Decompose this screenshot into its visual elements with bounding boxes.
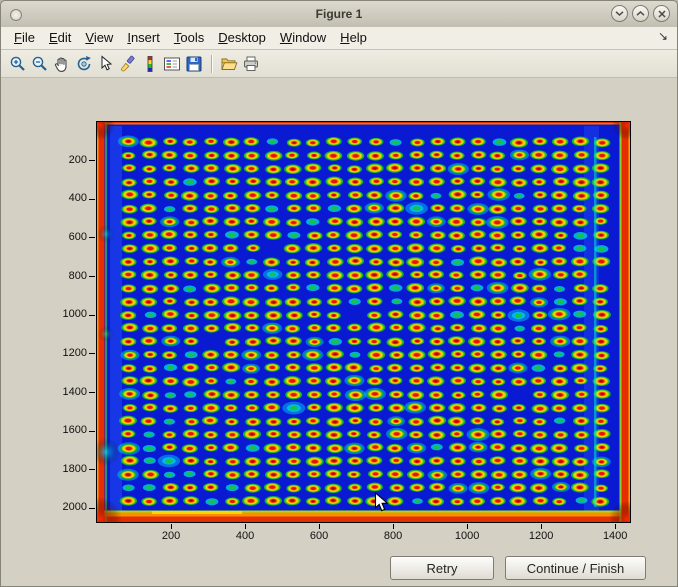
open-button[interactable] — [218, 53, 240, 75]
y-tick — [89, 237, 95, 238]
x-tick — [171, 524, 172, 529]
menu-items: FileEditViewInsertToolsDesktopWindowHelp — [1, 27, 677, 49]
x-tick-label: 1200 — [519, 530, 563, 542]
undock-icon[interactable]: ↘ — [658, 29, 668, 43]
zoom-in-button[interactable] — [7, 53, 29, 75]
maximize-button[interactable] — [632, 5, 649, 22]
figure-window: Figure 1 FileEditViewInsertToolsDesktopW… — [0, 0, 678, 587]
window-title: Figure 1 — [1, 7, 677, 21]
figure-background: 200 400 600 800 1000 1200 1400 200 400 600 800 1000… — [1, 78, 677, 586]
heatmap-image[interactable] — [97, 122, 630, 522]
y-tick — [89, 315, 95, 316]
y-tick — [89, 469, 95, 470]
menu-edit[interactable]: Edit — [42, 27, 78, 49]
y-tick — [89, 431, 95, 432]
window-menu-icon[interactable] — [10, 9, 22, 21]
x-tick-label: 200 — [149, 530, 193, 542]
rotate-3d-button[interactable] — [73, 53, 95, 75]
menu-help[interactable]: Help — [333, 27, 374, 49]
toolbar-separator — [211, 55, 212, 73]
menu-insert[interactable]: Insert — [120, 27, 167, 49]
y-tick-label: 600 — [43, 231, 87, 243]
y-tick-label: 800 — [43, 270, 87, 282]
y-tick-label: 2000 — [43, 501, 87, 513]
y-tick-label: 1800 — [43, 463, 87, 475]
x-tick — [245, 524, 246, 529]
y-tick-label: 1200 — [43, 347, 87, 359]
x-tick-label: 800 — [371, 530, 415, 542]
axes: 2004006008001000120014002004006008001000… — [96, 121, 631, 523]
print-button[interactable] — [240, 53, 262, 75]
y-tick — [89, 392, 95, 393]
menu-window[interactable]: Window — [273, 27, 333, 49]
menubar: FileEditViewInsertToolsDesktopWindowHelp… — [1, 27, 677, 50]
retry-button[interactable]: Retry — [390, 556, 494, 580]
y-tick-label: 1600 — [43, 424, 87, 436]
y-tick-label: 200 — [43, 154, 87, 166]
zoom-out-button[interactable] — [29, 53, 51, 75]
save-icon — [185, 55, 203, 73]
data-cursor-button[interactable] — [95, 53, 117, 75]
y-tick — [89, 199, 95, 200]
x-tick — [615, 524, 616, 529]
y-tick — [89, 508, 95, 509]
legend-button[interactable] — [161, 53, 183, 75]
y-tick — [89, 276, 95, 277]
continue-button[interactable]: Continue / Finish — [505, 556, 646, 580]
menu-file[interactable]: File — [7, 27, 42, 49]
close-icon — [658, 10, 666, 18]
y-tick-label: 1400 — [43, 386, 87, 398]
x-tick — [393, 524, 394, 529]
colorbar-button[interactable] — [139, 53, 161, 75]
close-button[interactable] — [653, 5, 670, 22]
legend-icon — [163, 55, 181, 73]
print-icon — [242, 55, 260, 73]
y-tick — [89, 353, 95, 354]
chevron-up-icon — [636, 10, 645, 17]
window-controls — [611, 5, 670, 22]
menu-view[interactable]: View — [78, 27, 120, 49]
button-row: Retry Continue / Finish — [390, 556, 646, 580]
x-tick — [467, 524, 468, 529]
data-cursor-icon — [97, 55, 115, 73]
y-tick — [89, 160, 95, 161]
x-tick-label: 400 — [223, 530, 267, 542]
brush-icon — [119, 55, 137, 73]
titlebar[interactable]: Figure 1 — [1, 1, 677, 28]
chevron-down-icon — [615, 10, 624, 17]
x-tick — [319, 524, 320, 529]
menu-desktop[interactable]: Desktop — [211, 27, 273, 49]
colorbar-icon — [141, 55, 159, 73]
rotate-3d-icon — [75, 55, 93, 73]
pan-button[interactable] — [51, 53, 73, 75]
x-tick — [541, 524, 542, 529]
x-tick-label: 1400 — [593, 530, 637, 542]
toolbar — [1, 50, 677, 78]
zoom-out-icon — [31, 55, 49, 73]
zoom-in-icon — [9, 55, 27, 73]
menu-tools[interactable]: Tools — [167, 27, 211, 49]
save-button[interactable] — [183, 53, 205, 75]
y-tick-label: 1000 — [43, 308, 87, 320]
open-icon — [220, 55, 238, 73]
y-tick-label: 400 — [43, 192, 87, 204]
shade-button[interactable] — [611, 5, 628, 22]
x-tick-label: 600 — [297, 530, 341, 542]
x-tick-label: 1000 — [445, 530, 489, 542]
pan-icon — [53, 55, 71, 73]
brush-button[interactable] — [117, 53, 139, 75]
